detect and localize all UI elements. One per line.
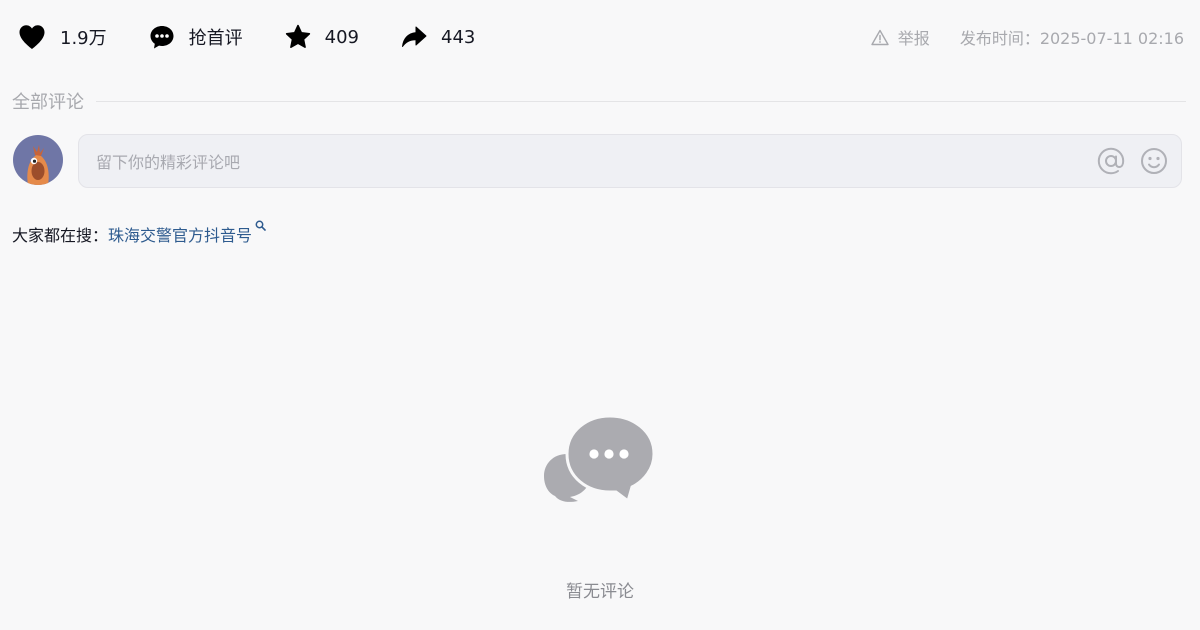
comments-title: 全部评论 <box>12 92 84 113</box>
video-meta: 举报 发布时间：2025-07-11 02:16 <box>871 25 1184 49</box>
like-button[interactable]: 1.9万 <box>18 24 107 50</box>
publish-time: 发布时间：2025-07-11 02:16 <box>959 29 1184 48</box>
avatar-character-icon <box>13 135 63 185</box>
emoji-button[interactable] <box>1140 147 1168 175</box>
divider <box>96 100 1186 102</box>
heart-icon <box>19 25 45 49</box>
share-button[interactable]: 443 <box>401 25 475 49</box>
comment-label: 抢首评 <box>188 28 243 49</box>
comments-header: 全部评论 <box>12 88 1186 114</box>
comment-icon <box>150 26 174 49</box>
action-bar: 1.9万 抢首评 409 443 <box>18 22 517 52</box>
star-icon <box>285 24 310 48</box>
user-avatar[interactable] <box>13 135 63 185</box>
hot-search: 大家都在搜： 珠海交警官方抖音号 <box>12 220 266 246</box>
like-count: 1.9万 <box>60 28 107 49</box>
comment-input[interactable] <box>94 135 1078 189</box>
favorite-button[interactable]: 409 <box>285 24 359 50</box>
comments-panel: 1.9万 抢首评 409 443 举报 发布时间：2025-07-11 02:1… <box>0 0 1200 630</box>
hot-search-prefix: 大家都在搜： <box>12 226 109 245</box>
warning-triangle-icon <box>871 29 889 45</box>
comment-box[interactable] <box>78 134 1182 189</box>
share-arrow-icon <box>402 26 427 47</box>
mention-button[interactable] <box>1096 146 1126 176</box>
smiley-emoji-icon <box>1141 148 1167 174</box>
search-icon[interactable] <box>255 220 266 231</box>
chat-bubbles-icon <box>544 414 656 504</box>
comment-button[interactable]: 抢首评 <box>149 24 243 50</box>
empty-state-text: 暂无评论 <box>566 582 634 602</box>
report-label: 举报 <box>897 29 930 48</box>
at-sign-icon <box>1097 147 1125 175</box>
favorite-count: 409 <box>324 26 359 48</box>
hot-search-link[interactable]: 珠海交警官方抖音号 <box>108 222 252 246</box>
report-button[interactable]: 举报 <box>871 25 930 49</box>
share-count: 443 <box>441 26 476 48</box>
